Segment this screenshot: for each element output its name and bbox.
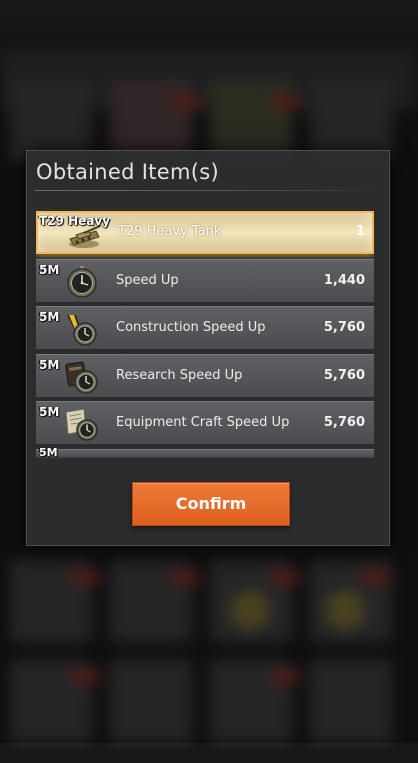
dialog-title: Obtained Item(s)	[36, 160, 219, 184]
research-stopwatch-icon	[65, 361, 98, 394]
item-name: Speed Up	[116, 272, 179, 288]
item-name: Equipment Craft Speed Up	[116, 415, 290, 431]
equipment-stopwatch-icon	[65, 408, 98, 442]
item-tag: 5M	[39, 310, 60, 325]
item-quantity: 5,760	[323, 415, 365, 431]
list-item-construction-speed-up[interactable]: 5M Construction Speed Up 5,760	[36, 306, 374, 350]
item-tag: 5M	[39, 445, 58, 457]
list-item-speed-up[interactable]: 5M Speed Up 1,440	[36, 258, 374, 302]
item-tag: 5M	[39, 357, 60, 372]
obtained-items-list[interactable]: T29 Heavy T29 Heavy Tank 1 5M Speed Up 1…	[36, 211, 374, 457]
item-name: Construction Speed Up	[116, 320, 266, 336]
item-quantity: 1,440	[323, 272, 365, 288]
item-quantity: 1	[355, 224, 365, 239]
list-item-partial[interactable]: 5M	[36, 445, 374, 457]
title-divider	[35, 190, 383, 191]
item-name: Research Speed Up	[116, 367, 243, 383]
confirm-button[interactable]: Confirm	[132, 482, 290, 526]
list-divider	[36, 457, 374, 458]
stopwatch-icon	[67, 265, 97, 298]
item-name: T29 Heavy Tank	[118, 224, 222, 239]
item-quantity: 5,760	[323, 367, 365, 383]
list-item-equipment-craft-speed-up[interactable]: 5M Equipment Craft Speed Up 5,760	[36, 401, 374, 445]
list-item-t29-heavy-tank[interactable]: T29 Heavy T29 Heavy Tank 1	[36, 211, 374, 254]
construction-stopwatch-icon	[67, 315, 97, 346]
item-tag: 5M	[39, 405, 60, 420]
list-item-research-speed-up[interactable]: 5M Research Speed Up 5,760	[36, 353, 374, 397]
obtained-items-dialog: Obtained Item(s) T29 Heavy T29 Heavy Tan…	[26, 150, 390, 546]
item-quantity: 5,760	[323, 320, 365, 336]
item-tag: T29 Heavy	[39, 214, 110, 228]
item-tag: 5M	[39, 262, 60, 277]
